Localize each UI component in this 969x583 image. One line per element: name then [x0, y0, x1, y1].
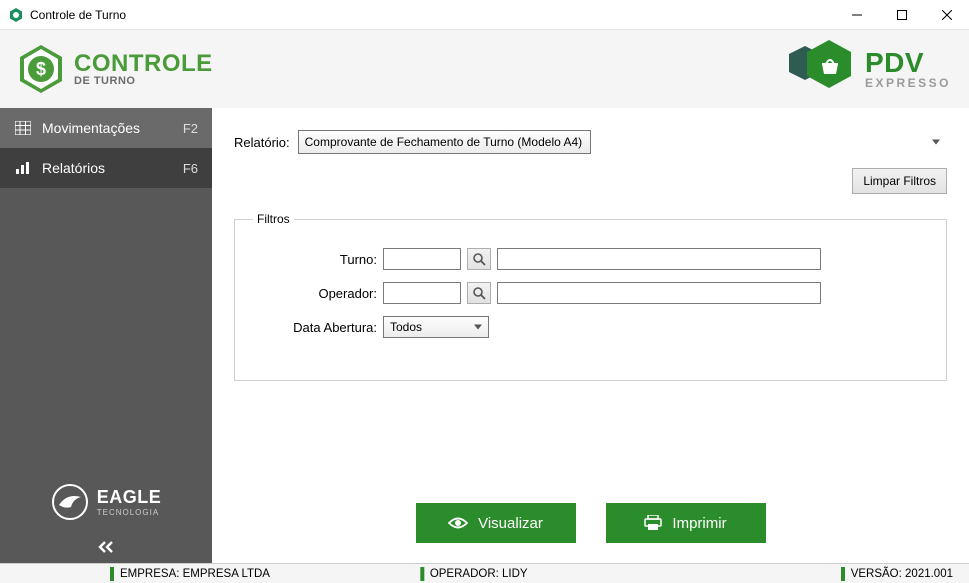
operador-code-input[interactable] — [383, 282, 461, 304]
imprimir-label: Imprimir — [672, 515, 726, 532]
operador-desc-input[interactable] — [497, 282, 821, 304]
sidebar-item-label: Relatórios — [42, 160, 173, 176]
status-operador: OPERADOR: LIDY — [420, 567, 528, 581]
eye-icon — [448, 516, 468, 530]
operador-lookup-button[interactable] — [467, 282, 491, 304]
magnifier-icon — [472, 252, 486, 266]
sidebar-collapse-button[interactable] — [0, 531, 212, 563]
clear-filters-button[interactable]: Limpar Filtros — [852, 168, 947, 194]
chart-icon — [14, 161, 32, 175]
vendor-logo: EAGLE TECNOLOGIA — [0, 465, 212, 531]
grid-icon — [14, 121, 32, 135]
window-title: Controle de Turno — [30, 8, 834, 22]
sidebar-item-shortcut: F6 — [183, 161, 198, 176]
close-button[interactable] — [924, 0, 969, 29]
svg-text:$: $ — [36, 59, 46, 79]
header: $ CONTROLE DE TURNO PDV EXPRESSO — [0, 30, 969, 108]
app-logo-title: CONTROLE — [74, 52, 213, 76]
imprimir-button[interactable]: Imprimir — [606, 503, 766, 543]
turno-lookup-button[interactable] — [467, 248, 491, 270]
minimize-button[interactable] — [834, 0, 879, 29]
report-label: Relatório: — [234, 135, 290, 150]
data-abertura-label: Data Abertura: — [253, 320, 383, 335]
visualizar-label: Visualizar — [478, 515, 543, 532]
data-abertura-select[interactable]: Todos — [383, 316, 489, 338]
app-logo-right: PDV EXPRESSO — [789, 40, 951, 98]
sidebar: Movimentações F2 Relatórios F6 EAGLE TEC… — [0, 108, 212, 563]
filters-fieldset: Filtros Turno: Operador: — [234, 212, 947, 381]
turno-label: Turno: — [253, 252, 383, 267]
titlebar: Controle de Turno — [0, 0, 969, 30]
maximize-button[interactable] — [879, 0, 924, 29]
report-select[interactable]: Comprovante de Fechamento de Turno (Mode… — [298, 130, 591, 154]
filters-legend: Filtros — [253, 212, 294, 226]
eagle-icon — [51, 483, 89, 521]
statusbar: EMPRESA: EMPRESA LTDA OPERADOR: LIDY VER… — [0, 563, 969, 583]
app-icon — [8, 7, 24, 23]
status-versao: VERSÃO: 2021.001 — [841, 567, 953, 581]
main-panel: Relatório: Comprovante de Fechamento de … — [212, 108, 969, 563]
brand-subtitle: EXPRESSO — [865, 77, 951, 89]
turno-code-input[interactable] — [383, 248, 461, 270]
vendor-subtitle: TECNOLOGIA — [97, 508, 162, 517]
hex-dollar-icon: $ — [18, 43, 64, 95]
sidebar-item-shortcut: F2 — [183, 121, 198, 136]
basket-hex-icon — [789, 40, 855, 98]
printer-icon — [644, 515, 662, 531]
sidebar-item-relatorios[interactable]: Relatórios F6 — [0, 148, 212, 188]
app-logo-left: $ CONTROLE DE TURNO — [18, 43, 213, 95]
vendor-title: EAGLE — [97, 487, 162, 508]
operador-label: Operador: — [253, 286, 383, 301]
sidebar-item-label: Movimentações — [42, 120, 173, 136]
magnifier-icon — [472, 286, 486, 300]
app-logo-subtitle: DE TURNO — [74, 76, 213, 87]
turno-desc-input[interactable] — [497, 248, 821, 270]
status-empresa: EMPRESA: EMPRESA LTDA — [110, 567, 270, 581]
brand-title: PDV — [865, 49, 951, 77]
visualizar-button[interactable]: Visualizar — [416, 503, 576, 543]
window-controls — [834, 0, 969, 29]
sidebar-item-movimentacoes[interactable]: Movimentações F2 — [0, 108, 212, 148]
